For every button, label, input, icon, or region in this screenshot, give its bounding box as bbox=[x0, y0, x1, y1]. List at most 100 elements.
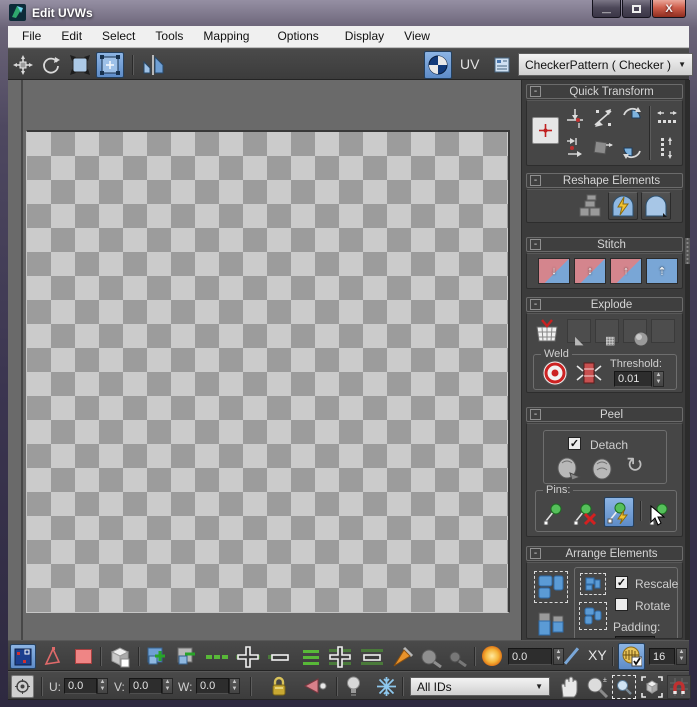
pin-remove-icon[interactable] bbox=[572, 501, 598, 525]
falloff-space-flyout[interactable]: XY bbox=[588, 647, 607, 663]
material-id-dropdown[interactable]: All IDs ▼ bbox=[410, 677, 550, 696]
pin-move-icon[interactable] bbox=[542, 501, 564, 525]
v-coordinate-field[interactable]: 0.0 bbox=[129, 678, 162, 694]
grow-selection-button[interactable] bbox=[144, 644, 170, 669]
shrink-selection-button[interactable] bbox=[174, 644, 200, 669]
edge-distance-field[interactable]: 16 bbox=[649, 648, 675, 665]
flatten-grid-icon[interactable]: ▦ bbox=[605, 334, 615, 347]
zoom-extents-button[interactable] bbox=[640, 675, 664, 699]
panel-scrollbar-handle[interactable] bbox=[685, 238, 690, 264]
select-ring-button[interactable] bbox=[298, 644, 324, 669]
zoom-region-button[interactable] bbox=[612, 675, 636, 699]
align-pivot-button[interactable] bbox=[532, 117, 559, 144]
soft-selection-spinner[interactable]: ▲ ▼ bbox=[553, 648, 564, 665]
menu-view[interactable]: View bbox=[394, 26, 440, 47]
menu-mapping[interactable]: Mapping bbox=[193, 26, 259, 47]
weld-threshold-field[interactable]: 0.01 bbox=[614, 371, 652, 387]
move-tool-button[interactable] bbox=[10, 52, 36, 78]
target-weld-icon[interactable] bbox=[542, 360, 568, 386]
stitch-target-button[interactable]: ⇡ bbox=[646, 258, 678, 284]
rotate-checkbox[interactable] bbox=[615, 598, 628, 611]
freeform-mode-button[interactable] bbox=[96, 52, 124, 78]
maximize-button[interactable] bbox=[622, 0, 651, 18]
flatten-sphere-icon[interactable] bbox=[633, 331, 649, 347]
w-spinner[interactable]: ▲ ▼ bbox=[229, 678, 240, 694]
filter-selected-faces-icon[interactable] bbox=[304, 678, 328, 695]
mirror-tool-button[interactable] bbox=[138, 52, 170, 78]
zoom-icon[interactable]: ± bbox=[586, 676, 609, 698]
paint-brush-falloff-button[interactable] bbox=[444, 644, 470, 669]
soft-selection-value-field[interactable]: 0.0 bbox=[508, 648, 552, 665]
collapse-icon[interactable]: - bbox=[530, 299, 541, 310]
edge-distance-spinner[interactable]: ▲ ▼ bbox=[676, 648, 687, 665]
pack-full-button[interactable] bbox=[579, 602, 607, 630]
padding-field[interactable] bbox=[615, 636, 655, 639]
grow-loop-button[interactable] bbox=[234, 644, 262, 669]
weld-selected-icon[interactable] bbox=[576, 360, 602, 386]
collapse-icon[interactable]: - bbox=[530, 239, 541, 250]
weld-threshold-spinner[interactable]: ▲ ▼ bbox=[653, 371, 664, 387]
show-hidden-icon[interactable] bbox=[346, 676, 361, 697]
snap-toggle-button[interactable] bbox=[667, 675, 691, 699]
soft-selection-falloff-icon[interactable] bbox=[482, 646, 502, 666]
u-coordinate-field[interactable]: 0.0 bbox=[64, 678, 97, 694]
edge-mode-button[interactable] bbox=[40, 644, 66, 669]
pack-normalize-button[interactable] bbox=[534, 571, 568, 603]
title-bar[interactable]: Edit UVWs — X bbox=[0, 0, 697, 26]
shrink-ring-button[interactable] bbox=[358, 644, 386, 669]
polygon-mode-button[interactable] bbox=[70, 644, 96, 669]
texture-select-dropdown[interactable]: CheckerPattern ( Checker ) ▼ bbox=[518, 53, 693, 76]
detach-checkbox[interactable]: ✓ bbox=[568, 437, 581, 450]
edge-distance-toggle-button[interactable] bbox=[618, 643, 645, 670]
quick-relax-button[interactable] bbox=[608, 192, 638, 220]
menu-edit[interactable]: Edit bbox=[51, 26, 92, 47]
rollout-header-arrange-elements[interactable]: - Arrange Elements bbox=[526, 546, 683, 561]
u-spinner[interactable]: ▲ ▼ bbox=[97, 678, 108, 694]
lock-selection-icon[interactable] bbox=[270, 676, 288, 697]
collapse-icon[interactable]: - bbox=[530, 175, 541, 186]
menu-tools[interactable]: Tools bbox=[145, 26, 193, 47]
space-horizontal-button[interactable] bbox=[655, 105, 679, 131]
show-map-toggle-button[interactable] bbox=[424, 51, 452, 79]
align-vertical-button[interactable] bbox=[563, 135, 587, 161]
break-element-button-disabled[interactable] bbox=[651, 319, 675, 343]
rotate-tool-button[interactable] bbox=[38, 52, 64, 78]
uv-canvas[interactable] bbox=[8, 80, 521, 640]
relax-until-flat-button[interactable] bbox=[575, 192, 605, 220]
pan-hand-icon[interactable] bbox=[558, 675, 580, 699]
rollout-header-peel[interactable]: - Peel bbox=[526, 407, 683, 422]
w-coordinate-field[interactable]: 0.0 bbox=[196, 678, 229, 694]
stitch-source-button[interactable]: ↑ bbox=[610, 258, 642, 284]
shrink-loop-button[interactable] bbox=[266, 644, 294, 669]
menu-select[interactable]: Select bbox=[92, 26, 145, 47]
break-button[interactable] bbox=[533, 317, 561, 345]
align-horizontal-button[interactable] bbox=[563, 105, 587, 131]
absolute-offset-toggle-button[interactable] bbox=[11, 675, 34, 698]
select-loop-button[interactable] bbox=[204, 644, 230, 669]
collapse-icon[interactable]: - bbox=[530, 86, 541, 97]
rollout-header-quick-transform[interactable]: - Quick Transform bbox=[526, 84, 683, 99]
rotate-cw-button[interactable] bbox=[619, 105, 645, 131]
menu-options[interactable]: Options bbox=[267, 26, 328, 47]
menu-display[interactable]: Display bbox=[335, 26, 394, 47]
rollout-header-stitch[interactable]: - Stitch bbox=[526, 237, 683, 252]
collapse-icon[interactable]: - bbox=[530, 409, 541, 420]
element-mode-button[interactable] bbox=[106, 644, 134, 669]
relax-tool-button[interactable] bbox=[641, 192, 671, 220]
align-to-pivot-button[interactable] bbox=[591, 135, 615, 161]
pack-together-button[interactable] bbox=[534, 609, 568, 639]
rollout-header-reshape-elements[interactable]: - Reshape Elements bbox=[526, 173, 683, 188]
grow-ring-button[interactable] bbox=[326, 644, 354, 669]
space-vertical-button[interactable] bbox=[655, 135, 679, 161]
texture-options-button[interactable] bbox=[490, 53, 514, 77]
pack-custom-button[interactable] bbox=[580, 573, 606, 595]
panel-scrollbar[interactable] bbox=[685, 80, 690, 640]
rotate-ccw-button[interactable] bbox=[619, 135, 645, 161]
vertex-mode-button[interactable] bbox=[10, 644, 36, 669]
rollout-header-explode[interactable]: - Explode bbox=[526, 297, 683, 312]
collapse-icon[interactable]: - bbox=[530, 548, 541, 559]
paint-select-button[interactable] bbox=[390, 644, 416, 669]
peel-mode-icon[interactable] bbox=[590, 457, 614, 481]
align-to-edge-button[interactable] bbox=[591, 105, 615, 131]
scale-tool-button[interactable] bbox=[66, 52, 94, 78]
